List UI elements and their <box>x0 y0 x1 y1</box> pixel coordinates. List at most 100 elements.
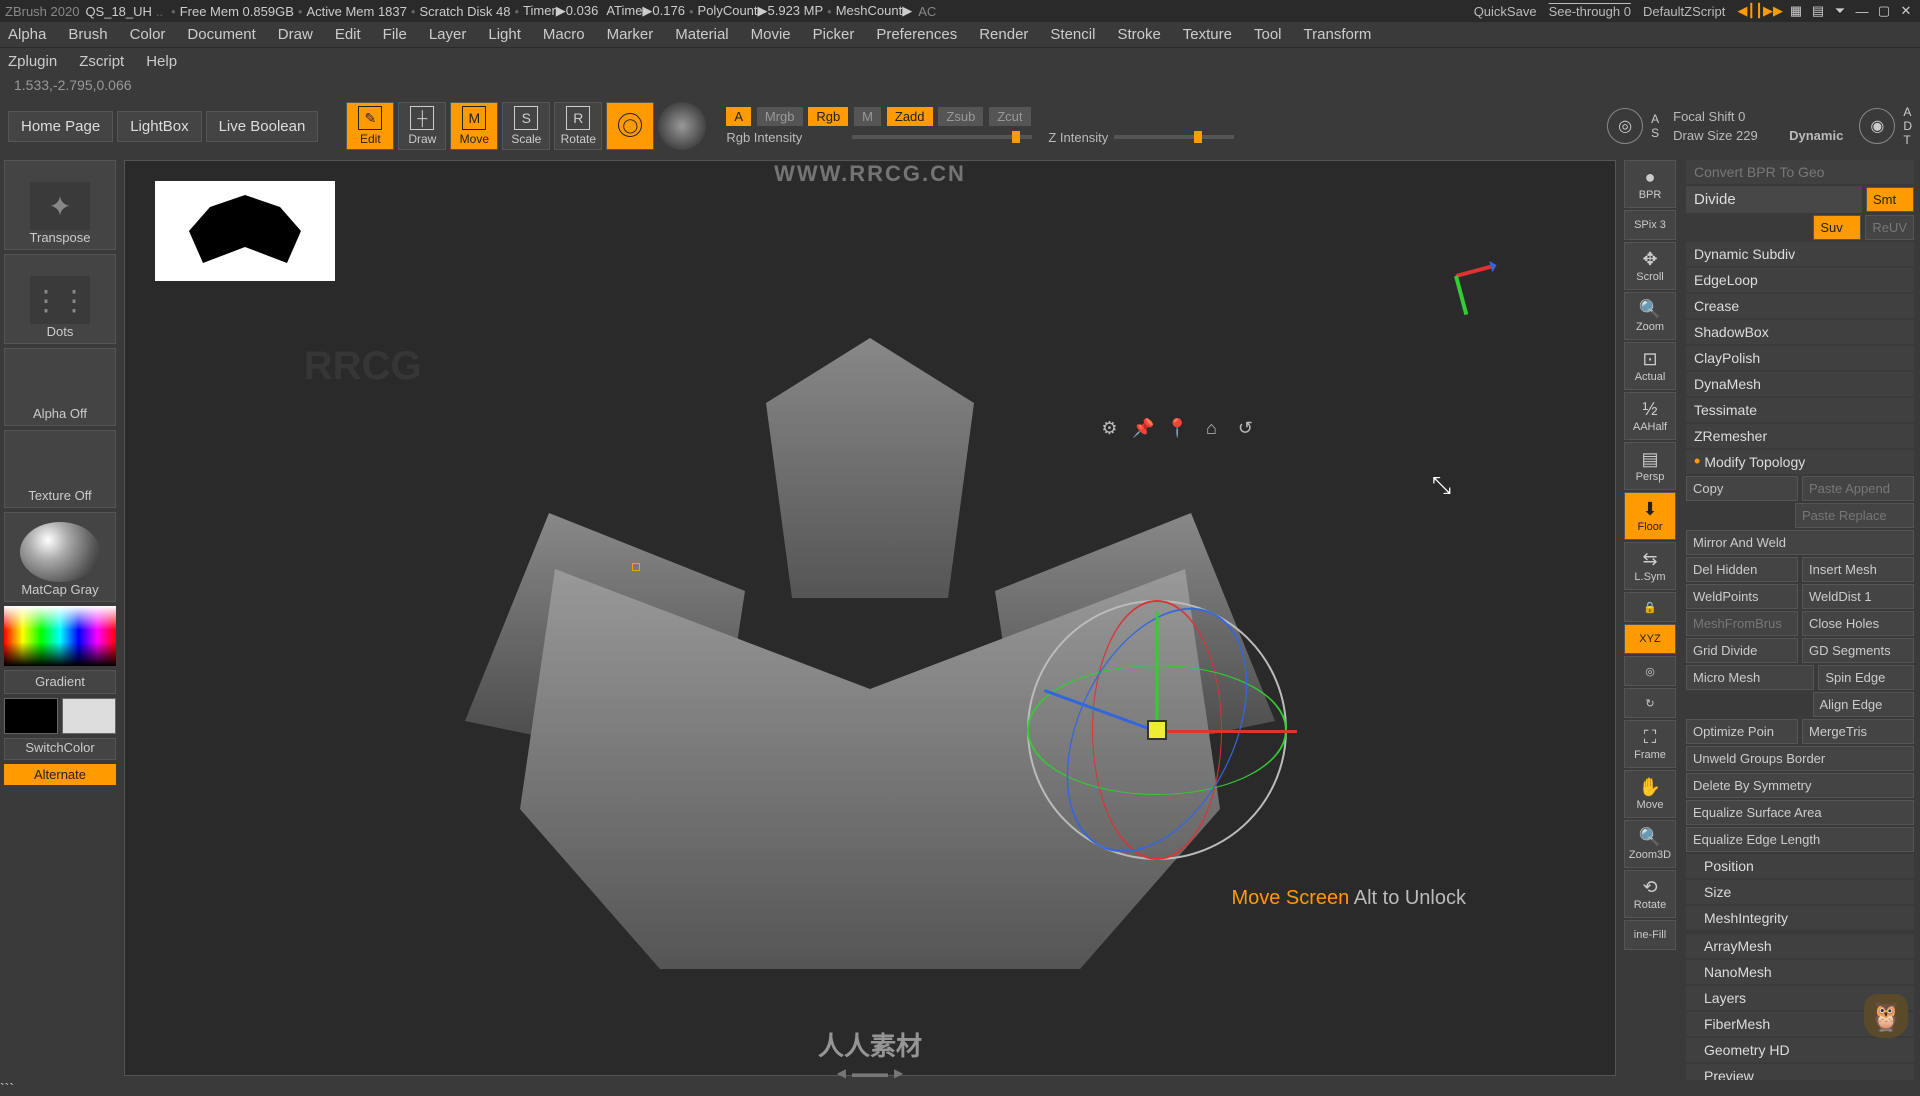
menu-edit[interactable]: Edit <box>335 26 361 43</box>
focal-icon[interactable]: ◎ <box>1607 108 1643 144</box>
brush-preview[interactable] <box>658 102 706 150</box>
modify-topology[interactable]: •Modify Topology <box>1686 450 1914 474</box>
aahalf-button[interactable]: ½AAHalf <box>1624 392 1676 440</box>
menu-document[interactable]: Document <box>187 26 255 43</box>
claypolish[interactable]: ClayPolish <box>1686 346 1914 370</box>
align-edge-button[interactable]: Align Edge <box>1813 692 1915 717</box>
menu-draw[interactable]: Draw <box>278 26 313 43</box>
welddist-button[interactable]: WeldDist 1 <box>1802 584 1914 609</box>
lock-icon[interactable]: 🔒 <box>1624 592 1676 622</box>
transpose-tile[interactable]: ✦Transpose <box>4 160 116 250</box>
mergetris-button[interactable]: MergeTris <box>1802 719 1914 744</box>
shadowbox[interactable]: ShadowBox <box>1686 320 1914 344</box>
menu-stencil[interactable]: Stencil <box>1050 26 1095 43</box>
zoom-button[interactable]: 🔍Zoom <box>1624 292 1676 340</box>
collapse-icon[interactable]: ⏷ <box>1831 2 1849 20</box>
geometry-hd-header[interactable]: Geometry HD <box>1686 1038 1914 1062</box>
home-icon[interactable]: ⌂ <box>1199 417 1223 441</box>
unweld-button[interactable]: Unweld Groups Border <box>1686 746 1914 771</box>
move-mode-button[interactable]: MMove <box>450 102 498 150</box>
menu-macro[interactable]: Macro <box>543 26 585 43</box>
persp-button[interactable]: ▤Persp <box>1624 442 1676 490</box>
grid-divide-button[interactable]: Grid Divide <box>1686 638 1798 663</box>
menu-icon[interactable]: ▦ <box>1787 2 1805 20</box>
menu-zplugin[interactable]: Zplugin <box>8 53 57 70</box>
rotate-mode-button[interactable]: RRotate <box>554 102 602 150</box>
gear-icon[interactable]: ⚙ <box>1097 417 1121 441</box>
zremesher[interactable]: ZRemesher <box>1686 424 1914 448</box>
menu-color[interactable]: Color <box>130 26 166 43</box>
preview-header[interactable]: Preview <box>1686 1064 1914 1080</box>
nanomesh-header[interactable]: NanoMesh <box>1686 960 1914 984</box>
reuv-button[interactable]: ReUV <box>1865 215 1914 240</box>
maximize-button[interactable]: ▢ <box>1875 2 1893 20</box>
weldpoints-button[interactable]: WeldPoints <box>1686 584 1798 609</box>
dynamesh[interactable]: DynaMesh <box>1686 372 1914 396</box>
equalize-surface-button[interactable]: Equalize Surface Area <box>1686 800 1914 825</box>
rotate-nav-button[interactable]: ⟲Rotate <box>1624 870 1676 918</box>
marker-icon[interactable]: 📍 <box>1165 417 1189 441</box>
smt-button[interactable]: Smt <box>1866 187 1914 212</box>
actual-button[interactable]: ⊡Actual <box>1624 342 1676 390</box>
meshfrombrush-button[interactable]: MeshFromBrus <box>1686 611 1798 636</box>
menu-texture[interactable]: Texture <box>1183 26 1232 43</box>
micro-mesh-button[interactable]: Micro Mesh <box>1686 665 1814 690</box>
transform-gizmo[interactable] <box>1027 600 1287 860</box>
crease[interactable]: Crease <box>1686 294 1914 318</box>
scale-mode-button[interactable]: SScale <box>502 102 550 150</box>
insert-mesh-button[interactable]: Insert Mesh <box>1802 557 1914 582</box>
close-holes-button[interactable]: Close Holes <box>1802 611 1914 636</box>
menu-brush[interactable]: Brush <box>68 26 107 43</box>
texture-tile[interactable]: Texture Off <box>4 430 116 508</box>
alpha-tile[interactable]: Alpha Off <box>4 348 116 426</box>
equalize-edge-button[interactable]: Equalize Edge Length <box>1686 827 1914 852</box>
zadd-button[interactable]: Zadd <box>887 107 933 126</box>
menu-picker[interactable]: Picker <box>813 26 855 43</box>
dots-tile[interactable]: ⋮⋮Dots <box>4 254 116 344</box>
edit-mode-button[interactable]: ✎Edit <box>346 102 394 150</box>
optimize-points-button[interactable]: Optimize Poin <box>1686 719 1798 744</box>
floor-button[interactable]: ⬇Floor <box>1624 492 1676 540</box>
edgeloop[interactable]: EdgeLoop <box>1686 268 1914 292</box>
grid-icon[interactable]: ▤ <box>1809 2 1827 20</box>
menu-stroke[interactable]: Stroke <box>1117 26 1160 43</box>
line-fill-button[interactable]: ine-Fill <box>1624 920 1676 950</box>
paste-append-button[interactable]: Paste Append <box>1802 476 1914 501</box>
playback-controls[interactable]: ◀┃┃▶▶ <box>1737 3 1783 19</box>
menu-zscript[interactable]: Zscript <box>79 53 124 70</box>
menu-tool[interactable]: Tool <box>1254 26 1282 43</box>
gd-segments-button[interactable]: GD Segments <box>1802 638 1914 663</box>
gradient-toggle[interactable]: Gradient <box>4 670 116 694</box>
lightbox-button[interactable]: LightBox <box>117 111 201 142</box>
menu-material[interactable]: Material <box>675 26 728 43</box>
tessimate[interactable]: Tessimate <box>1686 398 1914 422</box>
draw-mode-button[interactable]: ┼Draw <box>398 102 446 150</box>
delete-by-symmetry-button[interactable]: Delete By Symmetry <box>1686 773 1914 798</box>
swatch-black[interactable] <box>4 698 58 734</box>
lsym-button[interactable]: ⇆L.Sym <box>1624 542 1676 590</box>
arraymesh-header[interactable]: ArrayMesh <box>1686 934 1914 958</box>
menu-marker[interactable]: Marker <box>607 26 654 43</box>
menu-file[interactable]: File <box>383 26 407 43</box>
zcut-button[interactable]: Zcut <box>989 107 1030 126</box>
menu-preferences[interactable]: Preferences <box>876 26 957 43</box>
copy-button[interactable]: Copy <box>1686 476 1798 501</box>
dynamic-toggle[interactable]: Dynamic <box>1789 128 1843 143</box>
pin-icon[interactable]: 📌 <box>1131 417 1155 441</box>
size-header[interactable]: Size <box>1686 880 1914 904</box>
rgb-intensity-slider[interactable] <box>852 135 1032 139</box>
dynamic-subdiv[interactable]: Dynamic Subdiv <box>1686 242 1914 266</box>
paste-replace-button[interactable]: Paste Replace <box>1795 503 1914 528</box>
close-button[interactable]: ✕ <box>1897 2 1915 20</box>
suv-button[interactable]: Suv <box>1813 215 1861 240</box>
zoom3d-button[interactable]: 🔍Zoom3D <box>1624 820 1676 868</box>
menu-help[interactable]: Help <box>146 53 177 70</box>
draw-icon[interactable]: ◉ <box>1859 108 1895 144</box>
zsub-button[interactable]: Zsub <box>938 107 983 126</box>
undo-icon[interactable]: ↺ <box>1233 417 1257 441</box>
xyz-button[interactable]: XYZ <box>1624 624 1676 654</box>
quicksave-button[interactable]: QuickSave <box>1474 4 1537 19</box>
convert-bpr[interactable]: Convert BPR To Geo <box>1686 160 1914 184</box>
mrgb-button[interactable]: Mrgb <box>757 107 803 126</box>
spin-edge-button[interactable]: Spin Edge <box>1818 665 1914 690</box>
